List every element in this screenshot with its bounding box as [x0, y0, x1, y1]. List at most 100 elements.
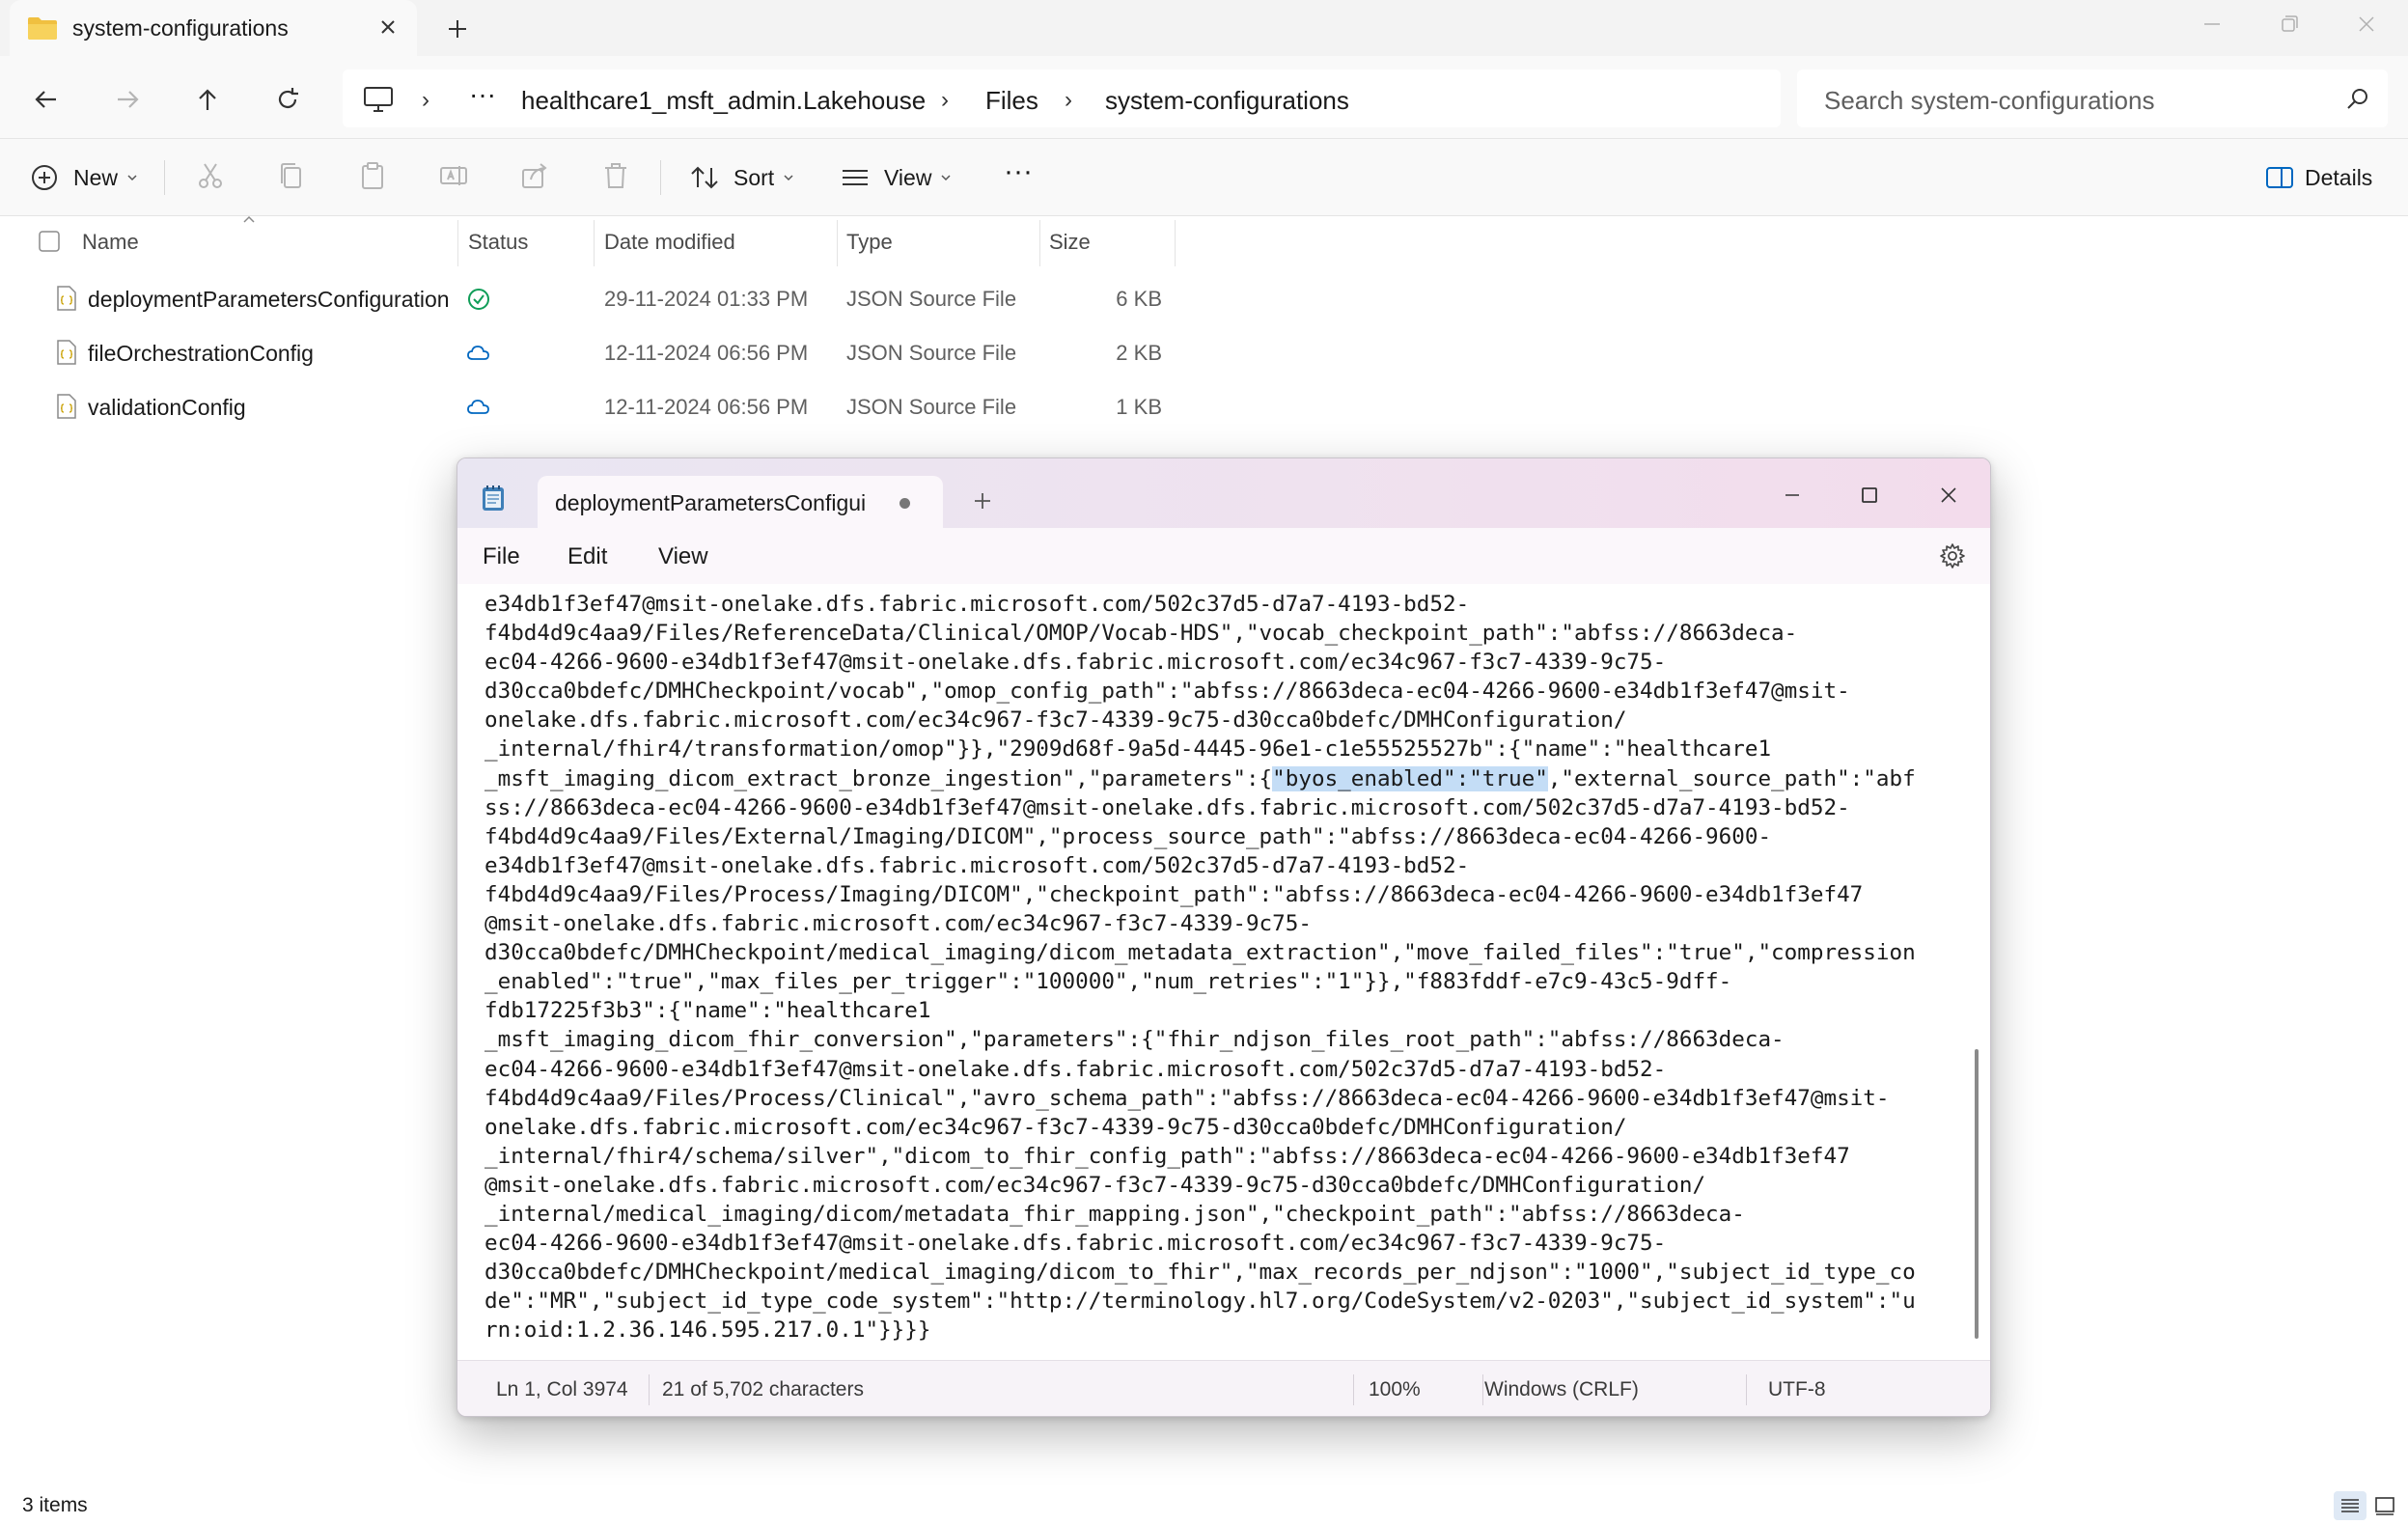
up-arrow-icon[interactable]: [188, 80, 227, 119]
divider: [1353, 1374, 1354, 1405]
editor-line: de":"MR","subject_id_type_code_system":"…: [484, 1289, 1916, 1315]
selected-text: "byos_enabled":"true": [1272, 765, 1548, 791]
editor-line: ec04-4266-9600-e34db1f3ef47@msit-onelake…: [484, 1231, 1667, 1257]
command-bar: New Sort View ··· Details: [0, 139, 2408, 216]
divider: [1746, 1374, 1747, 1405]
breadcrumb-system-configurations[interactable]: system-configurations: [1105, 86, 1349, 116]
editor-line: e34db1f3ef47@msit-onelake.dfs.fabric.mic…: [484, 852, 1470, 878]
refresh-icon[interactable]: [268, 80, 307, 119]
chevron-right-icon: ›: [941, 87, 949, 113]
file-row[interactable]: deploymentParametersConfiguration 29-11-…: [0, 272, 1177, 326]
encoding[interactable]: UTF-8: [1768, 1378, 1826, 1401]
breadcrumb-lakehouse[interactable]: healthcare1_msft_admin.Lakehouse: [521, 86, 926, 116]
menu-file[interactable]: File: [483, 543, 520, 570]
folder-icon: [28, 17, 57, 40]
zoom-level[interactable]: 100%: [1369, 1378, 1421, 1401]
column-divider[interactable]: [837, 220, 838, 266]
editor-line: _enabled":"true","max_files_per_trigger"…: [484, 969, 1732, 995]
explorer-tab[interactable]: system-configurations: [10, 0, 417, 56]
breadcrumb-overflow[interactable]: ···: [469, 79, 496, 110]
editor-line: rn:oid:1.2.36.146.595.217.0.1"}}}}: [484, 1317, 931, 1344]
file-name: validationConfig: [88, 395, 246, 420]
column-header-date-modified[interactable]: Date modified: [604, 230, 735, 255]
menu-view[interactable]: View: [658, 543, 708, 570]
editor-line: _internal/fhir4/schema/silver","dicom_to…: [484, 1143, 1850, 1169]
editor-line: @msit-onelake.dfs.fabric.microsoft.com/e…: [484, 911, 1312, 937]
file-date: 29-11-2024 01:33 PM: [604, 287, 809, 311]
minimize-icon[interactable]: [1774, 480, 1811, 511]
maximize-icon[interactable]: [1851, 480, 1888, 511]
editor-line: _internal/medical_imaging/dicom/metadata…: [484, 1201, 1745, 1227]
synced-check-icon: [468, 289, 489, 310]
column-header-type[interactable]: Type: [846, 230, 893, 255]
minimize-icon[interactable]: [2193, 10, 2231, 39]
share-icon[interactable]: [517, 158, 552, 193]
select-all-checkbox[interactable]: [39, 231, 60, 252]
editor-line: @msit-onelake.dfs.fabric.microsoft.com/e…: [484, 1172, 1706, 1198]
column-divider[interactable]: [1175, 220, 1176, 266]
menu-edit[interactable]: Edit: [567, 543, 607, 570]
details-view-icon[interactable]: [2334, 1491, 2366, 1520]
close-window-icon[interactable]: [2347, 10, 2386, 39]
paste-icon[interactable]: [355, 158, 390, 193]
address-bar-row: › ··· healthcare1_msft_admin.Lakehouse ›…: [0, 56, 2408, 139]
json-file-icon: [57, 340, 76, 365]
view-button[interactable]: View: [838, 158, 953, 197]
delete-icon[interactable]: [598, 158, 633, 193]
search-icon[interactable]: [2345, 87, 2370, 112]
breadcrumb-files[interactable]: Files: [985, 86, 1038, 116]
sort-button[interactable]: Sort: [687, 158, 795, 197]
editor-content[interactable]: e34db1f3ef47@msit-onelake.dfs.fabric.mic…: [484, 590, 1961, 1345]
restore-icon[interactable]: [2270, 10, 2309, 39]
address-box[interactable]: › ··· healthcare1_msft_admin.Lakehouse ›…: [343, 69, 1781, 127]
column-divider[interactable]: [594, 220, 595, 266]
chevron-down-icon: [784, 175, 793, 181]
cut-icon[interactable]: [193, 158, 228, 193]
file-name: deploymentParametersConfiguration: [88, 287, 450, 312]
column-divider[interactable]: [1039, 220, 1040, 266]
line-ending[interactable]: Windows (CRLF): [1484, 1378, 1639, 1401]
editor-line: e34db1f3ef47@msit-onelake.dfs.fabric.mic…: [484, 592, 1470, 617]
divider: [660, 160, 661, 195]
text-editor[interactable]: e34db1f3ef47@msit-onelake.dfs.fabric.mic…: [457, 584, 1990, 1360]
details-button[interactable]: Details: [2262, 158, 2372, 197]
this-pc-icon[interactable]: [362, 85, 395, 114]
rename-icon[interactable]: [436, 158, 471, 193]
column-header-size[interactable]: Size: [1049, 230, 1091, 255]
divider: [164, 160, 165, 195]
column-header-status[interactable]: Status: [468, 230, 528, 255]
search-input[interactable]: Search system-configurations: [1797, 69, 2388, 127]
notepad-titlebar[interactable]: deploymentParametersConfigui: [457, 458, 1990, 528]
editor-line: ss://8663deca-ec04-4266-9600-e34db1f3ef4…: [484, 794, 1850, 820]
close-tab-icon[interactable]: [374, 14, 401, 41]
plus-circle-icon: [32, 165, 57, 190]
new-tab-plus-icon[interactable]: [442, 14, 473, 44]
notepad-app-icon: [483, 485, 504, 511]
editor-line: f4bd4d9c4aa9/Files/ReferenceData/Clinica…: [484, 621, 1798, 647]
file-size: 2 KB: [1116, 341, 1162, 365]
gear-icon[interactable]: [1938, 541, 1967, 570]
file-size: 1 KB: [1116, 395, 1162, 419]
new-tab-plus-icon[interactable]: [969, 487, 996, 514]
file-row[interactable]: fileOrchestrationConfig 12-11-2024 06:56…: [0, 326, 1177, 380]
forward-arrow-icon[interactable]: [108, 80, 147, 119]
editor-line: ec04-4266-9600-e34db1f3ef47@msit-onelake…: [484, 650, 1667, 676]
notepad-window[interactable]: deploymentParametersConfigui File Edit V…: [457, 458, 1991, 1417]
close-window-icon[interactable]: [1930, 480, 1967, 511]
editor-line: onelake.dfs.fabric.microsoft.com/ec34c96…: [484, 707, 1627, 734]
new-button[interactable]: New: [27, 158, 139, 197]
column-divider[interactable]: [457, 220, 458, 266]
more-options-button[interactable]: ···: [1004, 152, 1033, 191]
file-row[interactable]: validationConfig 12-11-2024 06:56 PM JSO…: [0, 380, 1177, 434]
cloud-icon: [467, 346, 489, 360]
json-file-icon: [57, 394, 76, 419]
notepad-tab[interactable]: deploymentParametersConfigui: [538, 476, 943, 528]
copy-icon[interactable]: [274, 158, 309, 193]
column-header-name[interactable]: Name: [82, 230, 139, 255]
notepad-menubar: File Edit View: [457, 528, 1990, 584]
back-arrow-icon[interactable]: [27, 80, 66, 119]
file-type: JSON Source File: [846, 287, 1017, 311]
tiles-view-icon[interactable]: [2368, 1491, 2401, 1520]
vertical-scrollbar[interactable]: [1975, 1049, 1979, 1339]
unsaved-dot-icon[interactable]: [900, 498, 910, 509]
